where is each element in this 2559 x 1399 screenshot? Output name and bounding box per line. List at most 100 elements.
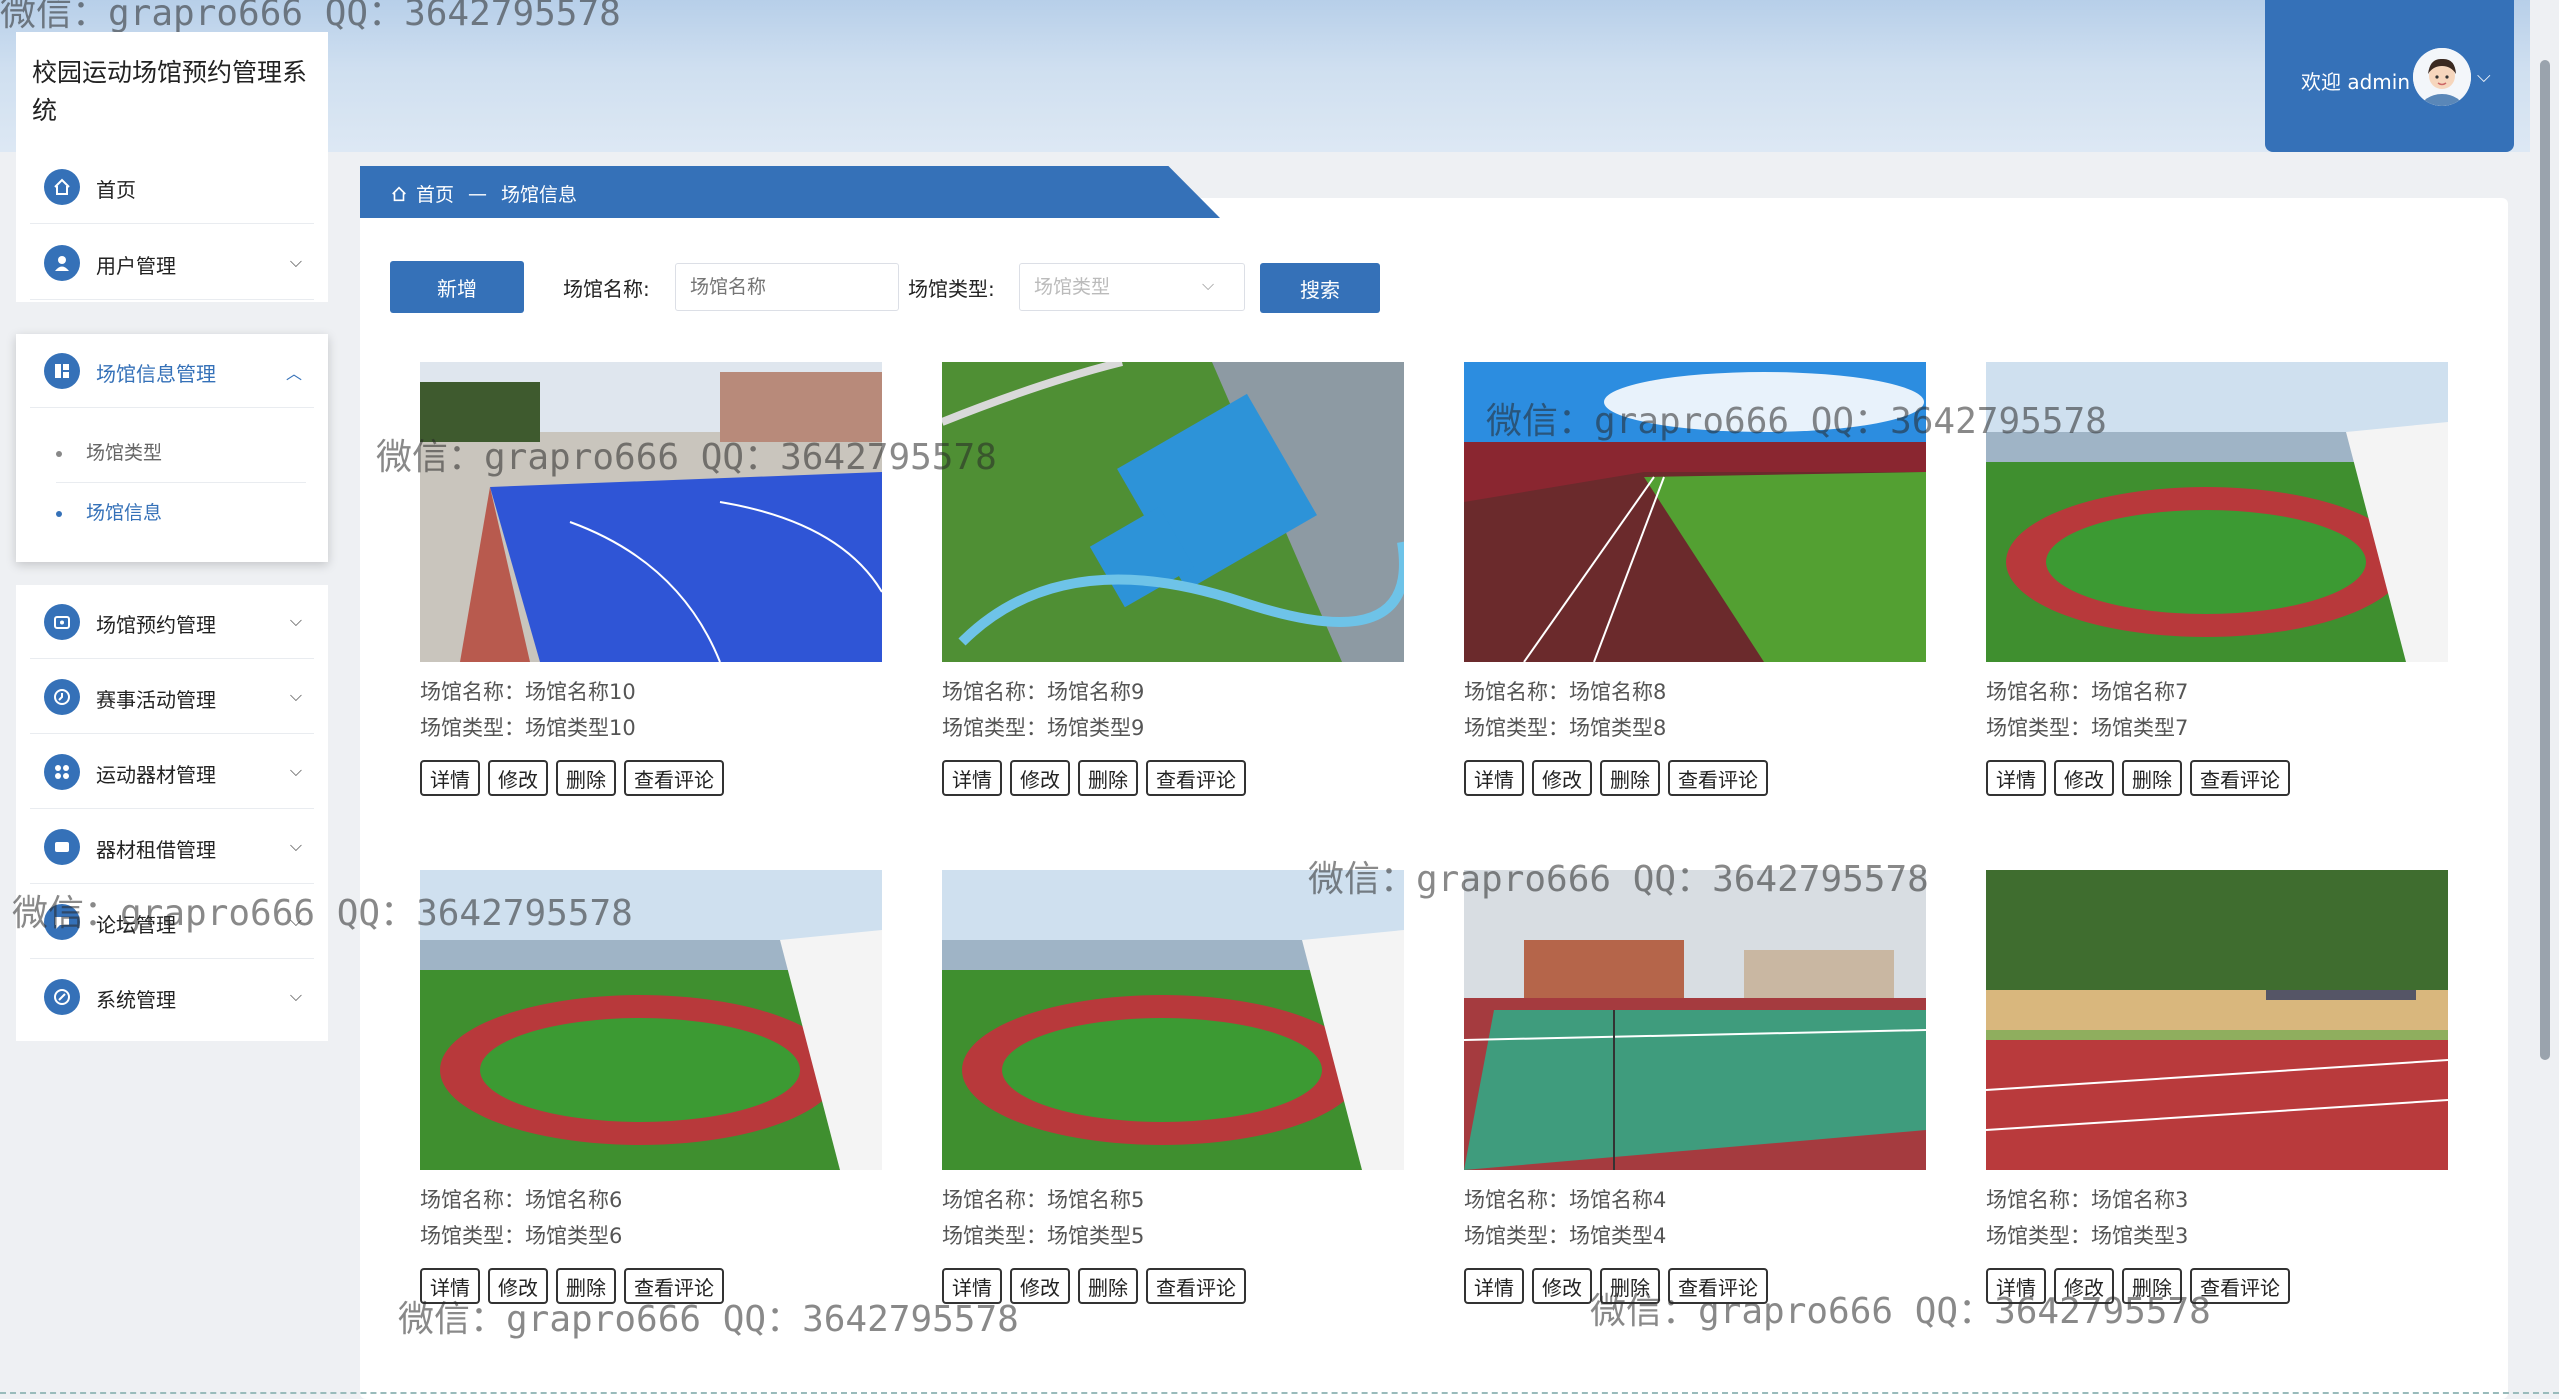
delete-button[interactable]: 删除 xyxy=(1078,1268,1138,1304)
sidebar-subitem-venue-type[interactable]: 场馆类型 xyxy=(56,438,162,465)
view-reviews-button[interactable]: 查看评论 xyxy=(1668,760,1768,796)
detail-button[interactable]: 详情 xyxy=(420,760,480,796)
view-reviews-button[interactable]: 查看评论 xyxy=(1146,1268,1246,1304)
edit-button[interactable]: 修改 xyxy=(1532,1268,1592,1304)
chevron-down-icon: ⌵ xyxy=(289,761,302,780)
delete-button[interactable]: 删除 xyxy=(1600,1268,1660,1304)
sidebar-item-events[interactable]: 赛事活动管理 ⌵ xyxy=(30,660,314,734)
delete-button[interactable]: 删除 xyxy=(2122,760,2182,796)
venue-image[interactable] xyxy=(1464,362,1926,662)
detail-button[interactable]: 详情 xyxy=(1986,1268,2046,1304)
delete-button[interactable]: 删除 xyxy=(556,1268,616,1304)
venue-image[interactable] xyxy=(942,362,1404,662)
edit-button[interactable]: 修改 xyxy=(488,1268,548,1304)
view-reviews-button[interactable]: 查看评论 xyxy=(1668,1268,1768,1304)
chat-icon xyxy=(44,904,80,940)
chevron-down-icon: ⌵ xyxy=(289,911,302,930)
sidebar-item-rental[interactable]: 器材租借管理 ⌵ xyxy=(30,810,314,884)
edit-button[interactable]: 修改 xyxy=(488,760,548,796)
venue-name: 场馆名称：场馆名称4 xyxy=(1464,1188,1667,1212)
edit-button[interactable]: 修改 xyxy=(1532,760,1592,796)
sidebar-item-venue-management[interactable]: 场馆信息管理 ︿ xyxy=(30,334,314,408)
detail-button[interactable]: 详情 xyxy=(1986,760,2046,796)
chevron-down-icon: ⌵ xyxy=(289,986,302,1005)
sidebar-item-users[interactable]: 用户管理 ⌵ xyxy=(30,226,314,300)
venue-card: 场馆名称：场馆名称7 场馆类型：场馆类型7 详情 修改 删除 查看评论 xyxy=(1986,362,2448,796)
venue-name: 场馆名称：场馆名称9 xyxy=(942,680,1145,704)
sidebar-item-system[interactable]: 系统管理 ⌵ xyxy=(30,960,314,1034)
home-icon[interactable] xyxy=(390,185,408,203)
settings-icon xyxy=(44,979,80,1015)
venue-image[interactable] xyxy=(1464,870,1926,1170)
home-icon xyxy=(44,169,80,205)
chevron-down-icon: ⌵ xyxy=(289,611,302,630)
venue-type: 场馆类型：场馆类型4 xyxy=(1464,1224,1667,1248)
delete-button[interactable]: 删除 xyxy=(2122,1268,2182,1304)
sidebar-item-label: 场馆信息管理 xyxy=(96,362,216,386)
avatar[interactable] xyxy=(2413,48,2471,106)
detail-button[interactable]: 详情 xyxy=(1464,1268,1524,1304)
venue-name-input[interactable] xyxy=(675,263,899,311)
venue-type-label: 场馆类型: xyxy=(908,277,995,301)
venue-image[interactable] xyxy=(1986,362,2448,662)
venue-card: 场馆名称：场馆名称8 场馆类型：场馆类型8 详情 修改 删除 查看评论 xyxy=(1464,362,1926,796)
venue-image[interactable] xyxy=(1986,870,2448,1170)
venue-card: 场馆名称：场馆名称10 场馆类型：场馆类型10 详情 修改 删除 查看评论 xyxy=(420,362,882,796)
breadcrumb-separator: — xyxy=(468,182,488,205)
sidebar-item-booking[interactable]: 场馆预约管理 ⌵ xyxy=(30,585,314,659)
detail-button[interactable]: 详情 xyxy=(420,1268,480,1304)
welcome-text: 欢迎 admin xyxy=(2301,70,2411,94)
sidebar-item-label: 场馆预约管理 xyxy=(96,613,216,637)
card-icon xyxy=(44,829,80,865)
delete-button[interactable]: 删除 xyxy=(556,760,616,796)
venue-name: 场馆名称：场馆名称3 xyxy=(1986,1188,2189,1212)
venue-image[interactable] xyxy=(942,870,1404,1170)
scrollbar[interactable] xyxy=(2540,60,2550,1060)
top-header xyxy=(0,0,2530,152)
detail-button[interactable]: 详情 xyxy=(942,1268,1002,1304)
venue-card: 场馆名称：场馆名称4 场馆类型：场馆类型4 详情 修改 删除 查看评论 xyxy=(1464,870,1926,1304)
venue-name: 场馆名称：场馆名称10 xyxy=(420,680,636,704)
calendar-icon xyxy=(44,604,80,640)
bullet-icon xyxy=(56,510,62,517)
view-reviews-button[interactable]: 查看评论 xyxy=(2190,1268,2290,1304)
add-button[interactable]: 新增 xyxy=(390,261,524,313)
search-button[interactable]: 搜索 xyxy=(1260,263,1380,313)
edit-button[interactable]: 修改 xyxy=(1010,1268,1070,1304)
venue-image[interactable] xyxy=(420,870,882,1170)
sidebar-group-bottom: 场馆预约管理 ⌵ 赛事活动管理 ⌵ 运动器材管理 ⌵ 器材租借管理 ⌵ 论坛管理… xyxy=(16,585,328,1041)
venue-type: 场馆类型：场馆类型7 xyxy=(1986,716,2189,740)
venue-card: 场馆名称：场馆名称9 场馆类型：场馆类型9 详情 修改 删除 查看评论 xyxy=(942,362,1404,796)
sidebar-item-home[interactable]: 首页 xyxy=(30,150,314,224)
detail-button[interactable]: 详情 xyxy=(1464,760,1524,796)
edit-button[interactable]: 修改 xyxy=(1010,760,1070,796)
sidebar-item-label: 器材租借管理 xyxy=(96,838,216,862)
venue-type: 场馆类型：场馆类型5 xyxy=(942,1224,1145,1248)
venue-image[interactable] xyxy=(420,362,882,662)
venue-card: 场馆名称：场馆名称6 场馆类型：场馆类型6 详情 修改 删除 查看评论 xyxy=(420,870,882,1304)
edit-button[interactable]: 修改 xyxy=(2054,1268,2114,1304)
chevron-down-icon[interactable]: ⌵ xyxy=(2477,66,2491,87)
delete-button[interactable]: 删除 xyxy=(1600,760,1660,796)
chevron-down-icon: ⌵ xyxy=(289,252,302,271)
view-reviews-button[interactable]: 查看评论 xyxy=(624,760,724,796)
view-reviews-button[interactable]: 查看评论 xyxy=(1146,760,1246,796)
sidebar-item-label: 赛事活动管理 xyxy=(96,688,216,712)
view-reviews-button[interactable]: 查看评论 xyxy=(2190,760,2290,796)
sidebar-item-forum[interactable]: 论坛管理 ⌵ xyxy=(30,885,314,959)
breadcrumb-home[interactable]: 首页 xyxy=(416,180,454,207)
sidebar-subitem-venue-info[interactable]: 场馆信息 xyxy=(56,498,162,525)
detail-button[interactable]: 详情 xyxy=(942,760,1002,796)
view-reviews-button[interactable]: 查看评论 xyxy=(624,1268,724,1304)
sidebar-item-equipment[interactable]: 运动器材管理 ⌵ xyxy=(30,735,314,809)
chevron-down-icon: ⌵ xyxy=(289,686,302,705)
user-icon xyxy=(44,245,80,281)
sidebar-item-label: 用户管理 xyxy=(96,254,176,278)
sidebar-item-label: 论坛管理 xyxy=(96,913,176,937)
venue-type: 场馆类型：场馆类型10 xyxy=(420,716,636,740)
user-menu[interactable]: 欢迎 admin ⌵ xyxy=(2265,0,2514,152)
sidebar-group-venue: 场馆信息管理 ︿ 场馆类型 场馆信息 xyxy=(16,334,328,562)
delete-button[interactable]: 删除 xyxy=(1078,760,1138,796)
sidebar-item-label: 系统管理 xyxy=(96,988,176,1012)
edit-button[interactable]: 修改 xyxy=(2054,760,2114,796)
